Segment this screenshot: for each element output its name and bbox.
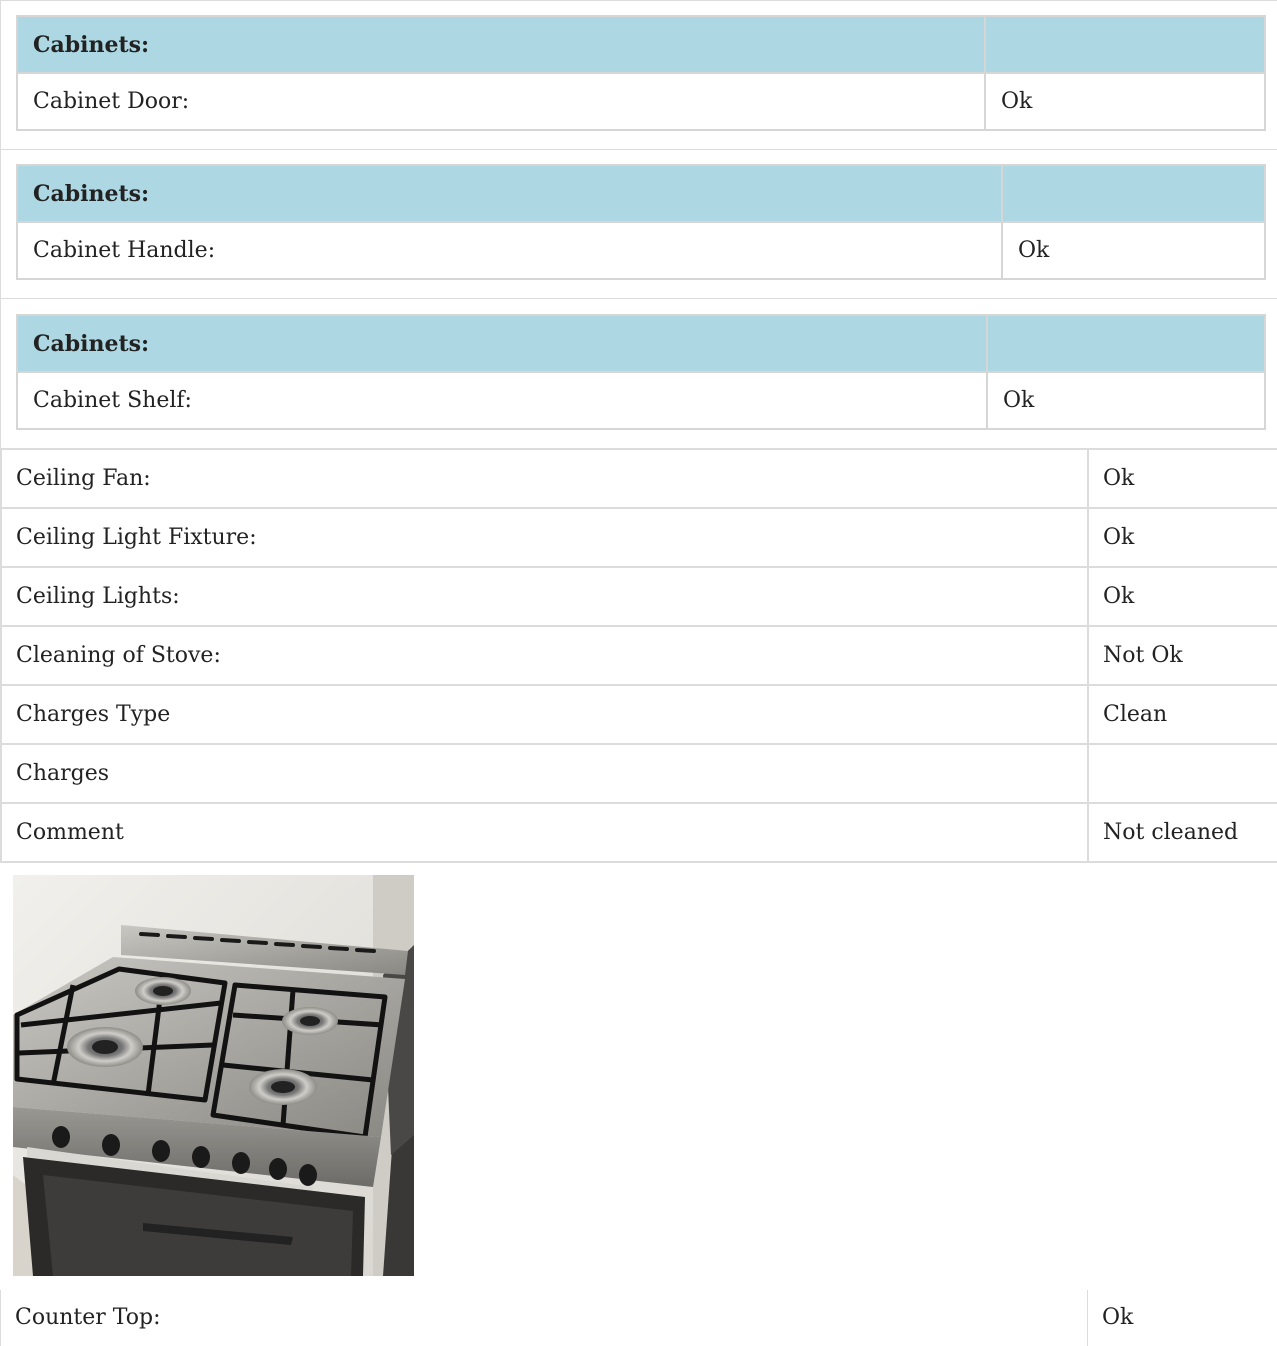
row-label: Ceiling Light Fixture: [0,507,1089,568]
table-row: Cleaning of Stove: Not Ok [0,625,1277,686]
cabinet-row: Cabinet Shelf: Ok [16,371,1266,430]
row-value: Ok [1087,566,1277,627]
cabinet-table: Cabinets: Cabinet Door: Ok [16,15,1266,131]
cabinet-header: Cabinets: [16,164,1003,223]
row-label: Comment [0,802,1089,863]
table-row: Ceiling Lights: Ok [0,566,1277,627]
table-row: Ceiling Fan: Ok [0,448,1277,509]
cabinet-header-row: Cabinets: [16,164,1266,223]
row-value [1087,743,1277,804]
cabinet-block: Cabinets: Cabinet Shelf: Ok [0,298,1277,449]
table-row: Charges Type Clean [0,684,1277,745]
row-value: Not cleaned [1087,802,1277,863]
cabinet-table: Cabinets: Cabinet Handle: Ok [16,164,1266,280]
row-divider [0,1290,1,1346]
row-value: Clean [1087,684,1277,745]
cabinet-header-row: Cabinets: [16,15,1266,74]
cabinet-item-label: Cabinet Shelf: [16,371,988,430]
cabinet-header-empty [986,314,1266,373]
cabinet-header: Cabinets: [16,15,986,74]
inspection-report-page: Cabinets: Cabinet Door: Ok Cabinets: Cab… [0,0,1277,1346]
row-value: Ok [1087,448,1277,509]
table-row: Ceiling Light Fixture: Ok [0,507,1277,568]
table-row: Comment Not cleaned [0,802,1277,863]
cabinet-item-value: Ok [986,371,1266,430]
row-divider [1087,1290,1088,1346]
counter-top-row: Counter Top: Ok [0,1290,1277,1346]
cabinet-block: Cabinets: Cabinet Handle: Ok [0,149,1277,299]
cabinet-header-empty [984,15,1266,74]
row-label: Charges [0,743,1089,804]
cabinet-item-value: Ok [984,72,1266,131]
row-value: Ok [1087,507,1277,568]
inspection-rows-table: Ceiling Fan: Ok Ceiling Light Fixture: O… [0,448,1277,863]
row-label: Ceiling Lights: [0,566,1089,627]
cabinet-block: Cabinets: Cabinet Door: Ok [0,0,1277,150]
row-label: Cleaning of Stove: [0,625,1089,686]
counter-top-value: Ok [1102,1305,1134,1330]
cabinet-row: Cabinet Handle: Ok [16,221,1266,280]
cabinet-row: Cabinet Door: Ok [16,72,1266,131]
row-label: Charges Type [0,684,1089,745]
row-label: Ceiling Fan: [0,448,1089,509]
table-row: Charges [0,743,1277,804]
cabinet-header-empty [1001,164,1266,223]
stove-photo[interactable] [13,875,414,1276]
cabinet-item-value: Ok [1001,221,1266,280]
row-value: Not Ok [1087,625,1277,686]
counter-top-label: Counter Top: [15,1305,161,1330]
cabinet-item-label: Cabinet Handle: [16,221,1003,280]
stove-image [13,875,414,1276]
cabinet-item-label: Cabinet Door: [16,72,986,131]
cabinet-header: Cabinets: [16,314,988,373]
cabinet-table: Cabinets: Cabinet Shelf: Ok [16,314,1266,430]
cabinet-header-row: Cabinets: [16,314,1266,373]
